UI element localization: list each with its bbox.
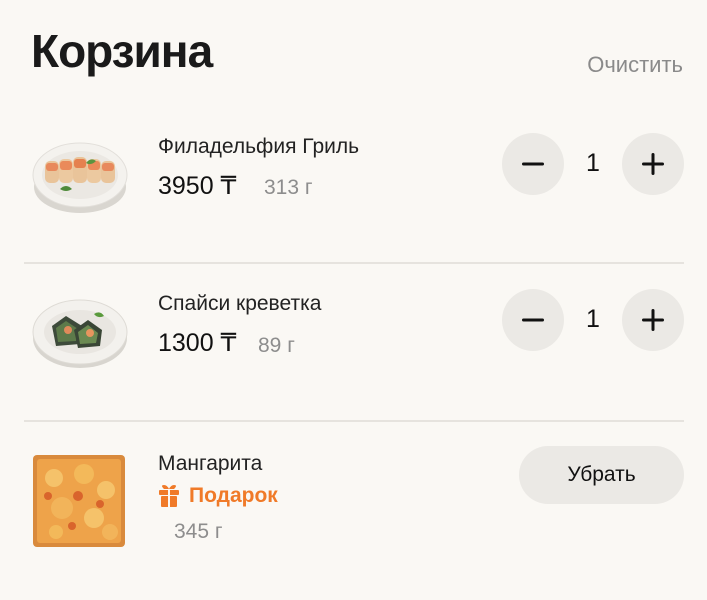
quantity-value: 1 [586,305,600,333]
gift-label: Подарок [189,484,278,507]
product-name: Филадельфия Гриль [158,135,360,158]
plus-icon [642,309,664,331]
product-weight: 345 г [174,520,223,543]
gift-badge: Подарок [158,484,278,508]
product-name: Спайси креветка [158,292,322,315]
product-weight: 89 г [258,334,295,357]
minus-icon [522,162,544,166]
cart-item: Спайси креветка 1300 ₸ 89 г 1 [24,264,684,414]
product-price: 1300 ₸ [158,329,237,357]
product-name: Мангарита [158,452,263,475]
product-price: 3950 ₸ [158,172,237,200]
product-image [30,278,130,378]
quantity-value: 1 [586,149,600,177]
decrease-quantity-button[interactable] [502,133,564,195]
increase-quantity-button[interactable] [622,133,684,195]
product-image [30,123,130,223]
minus-icon [522,318,544,322]
cart-item: Филадельфия Гриль 3950 ₸ 313 г 1 [24,108,684,258]
product-weight: 313 г [264,176,313,199]
remove-item-button[interactable]: Убрать [519,446,684,504]
page-title: Корзина [31,25,213,77]
clear-cart-button[interactable]: Очистить [587,52,683,78]
gift-icon [159,485,179,507]
cart-item: Мангарита Подарок 345 г Убрать [24,422,684,572]
decrease-quantity-button[interactable] [502,289,564,351]
plus-icon [642,153,664,175]
increase-quantity-button[interactable] [622,289,684,351]
product-image [32,454,132,554]
